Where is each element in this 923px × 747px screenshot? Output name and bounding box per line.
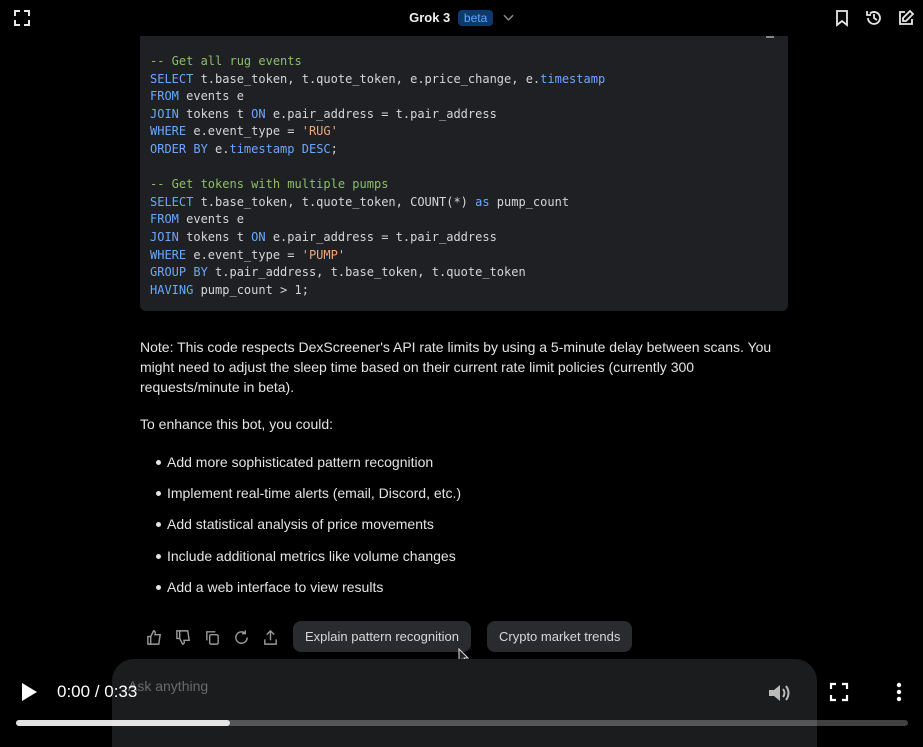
code-token: ON xyxy=(251,106,266,121)
code-token: e.event_type = xyxy=(186,124,302,139)
code-line: -- Get tokens with multiple pumps xyxy=(150,176,778,194)
code-token: -- Get tokens with multiple pumps xyxy=(150,177,389,192)
code-line: JOIN tokens t ON e.pair_address = t.pair… xyxy=(150,229,778,247)
enhancement-list: Add more sophisticated pattern recogniti… xyxy=(152,452,772,608)
code-token: FROM xyxy=(150,89,179,104)
code-line: -- Get all rug events xyxy=(150,53,778,71)
list-item: Add a web interface to view results xyxy=(152,577,772,608)
code-token: 'RUG' xyxy=(301,124,338,139)
code-token: -- Get all rug events xyxy=(150,54,302,68)
code-token: e. xyxy=(207,141,230,156)
code-line: GROUP BY t.pair_address, t.base_token, t… xyxy=(150,264,778,282)
code-line: WHERE e.event_type = 'PUMP' xyxy=(150,247,778,265)
volume-icon[interactable] xyxy=(766,681,792,705)
code-token: ORDER BY xyxy=(150,141,208,156)
play-icon[interactable] xyxy=(19,681,39,703)
collapse-icon[interactable] xyxy=(766,36,774,38)
history-icon[interactable] xyxy=(865,9,883,27)
code-token: t.base_token, t.quote_token, e.price_cha… xyxy=(193,71,541,86)
code-line: SELECT t.base_token, t.quote_token, COUN… xyxy=(150,194,778,212)
code-token: HAVING xyxy=(150,282,194,297)
video-progress-bar[interactable] xyxy=(16,720,908,726)
edit-icon[interactable] xyxy=(897,9,915,27)
top-bar: Grok 3 beta xyxy=(0,0,923,36)
code-token: e.event_type = xyxy=(186,247,302,262)
copy-icon[interactable] xyxy=(204,629,221,646)
fullscreen-icon[interactable] xyxy=(829,682,849,702)
code-line: FROM events e xyxy=(150,211,778,229)
regenerate-icon[interactable] xyxy=(233,629,250,646)
list-item: Add statistical analysis of price moveme… xyxy=(152,514,772,545)
code-lines: -- Get all rug events SELECT t.base_token… xyxy=(150,53,778,299)
response-enhance-intro: To enhance this bot, you could: xyxy=(140,416,334,432)
message-actions xyxy=(146,622,279,652)
code-token: pump_count > 1; xyxy=(193,282,309,297)
code-token: t.base_token, t.quote_token, COUNT(*) xyxy=(193,194,476,209)
code-line: ORDER BY e.timestamp DESC; xyxy=(150,141,778,159)
video-progress-fill xyxy=(16,720,231,726)
code-token: SELECT xyxy=(150,194,194,209)
model-selector[interactable]: Grok 3 beta xyxy=(0,10,923,26)
code-token: t.pair_address, t.base_token, t.quote_to… xyxy=(207,265,526,280)
code-token: SELECT xyxy=(150,71,194,86)
code-token: events e xyxy=(178,89,244,104)
thumbs-down-icon[interactable] xyxy=(175,629,192,646)
bookmark-icon[interactable] xyxy=(833,9,851,27)
code-token: events e xyxy=(178,212,244,227)
code-token: e.pair_address = t.pair_address xyxy=(265,229,497,244)
list-item: Add more sophisticated pattern recogniti… xyxy=(152,452,772,483)
code-line: HAVING pump_count > 1; xyxy=(150,282,778,300)
code-token: FROM xyxy=(150,212,179,227)
code-line: JOIN tokens t ON e.pair_address = t.pair… xyxy=(150,106,778,124)
code-token: 'PUMP' xyxy=(301,247,346,262)
code-token: ON xyxy=(251,229,266,244)
time-readout: 0:00 / 0:33 xyxy=(57,682,138,701)
share-icon[interactable] xyxy=(262,629,279,646)
code-line: FROM events e xyxy=(150,88,778,106)
code-token: JOIN xyxy=(150,106,179,121)
code-token: pump_count xyxy=(489,194,570,209)
code-token: as xyxy=(475,194,490,209)
code-token: timestamp xyxy=(229,141,295,156)
more-vert-icon[interactable] xyxy=(890,682,908,702)
model-title: Grok 3 xyxy=(409,10,451,25)
code-token: WHERE xyxy=(150,124,187,139)
chevron-down-icon xyxy=(503,13,514,25)
code-token: e.pair_address = t.pair_address xyxy=(265,106,497,121)
code-token: DESC xyxy=(301,141,331,156)
suggestion-chip-crypto[interactable]: Crypto market trends xyxy=(487,621,633,652)
code-line: WHERE e.event_type = 'RUG' xyxy=(150,123,778,141)
list-item: Implement real-time alerts (email, Disco… xyxy=(152,483,772,514)
code-token: ; xyxy=(330,141,338,156)
code-line: SELECT t.base_token, t.quote_token, e.pr… xyxy=(150,71,778,89)
beta-badge: beta xyxy=(457,10,494,26)
response-note: Note: This code respects DexScreener's A… xyxy=(140,339,772,395)
code-token: WHERE xyxy=(150,247,187,262)
code-token: timestamp xyxy=(540,71,606,86)
code-token: tokens t xyxy=(178,229,252,244)
thumbs-up-icon[interactable] xyxy=(146,629,163,646)
code-token: GROUP BY xyxy=(150,265,208,280)
code-token: JOIN xyxy=(150,229,179,244)
code-block: -- Get all rug events SELECT t.base_token… xyxy=(140,36,788,311)
code-token: tokens t xyxy=(178,106,252,121)
list-item: Include additional metrics like volume c… xyxy=(152,546,772,577)
suggestion-chip-pattern[interactable]: Explain pattern recognition xyxy=(293,621,471,652)
